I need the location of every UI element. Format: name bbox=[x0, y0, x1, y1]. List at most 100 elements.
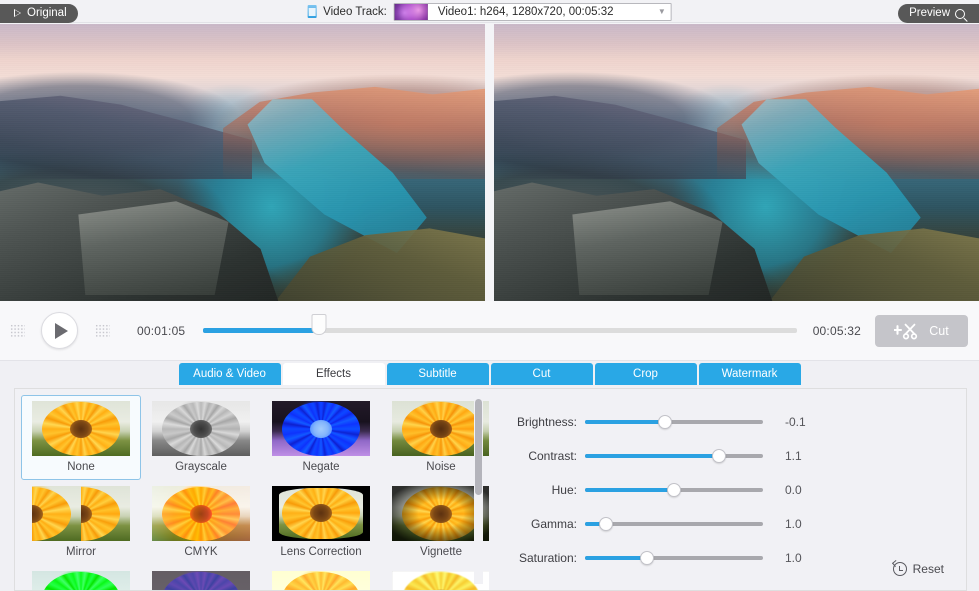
effect-item-vignette[interactable]: Vignette bbox=[381, 480, 489, 565]
play-button[interactable] bbox=[41, 312, 78, 349]
timeline-progress bbox=[203, 328, 320, 333]
saturation-slider[interactable] bbox=[585, 549, 763, 567]
tab-subtitle[interactable]: Subtitle bbox=[386, 363, 489, 385]
video-track-dropdown[interactable]: Video1: h264, 1280x720, 00:05:32 ▼ bbox=[393, 2, 672, 21]
total-time: 00:05:32 bbox=[812, 323, 861, 338]
reset-button[interactable]: Reset bbox=[891, 559, 944, 576]
effects-list: None Grayscale Negate Noise Mirror CMYK … bbox=[15, 389, 489, 590]
contrast-label: Contrast: bbox=[528, 449, 577, 463]
effect-item-negate[interactable]: Negate bbox=[261, 395, 381, 480]
video-track-thumbnail bbox=[394, 3, 428, 20]
slider-knob[interactable] bbox=[711, 449, 726, 463]
timeline-playhead[interactable] bbox=[311, 314, 327, 335]
current-time: 00:01:05 bbox=[137, 323, 186, 338]
tab-subtitle-label: Subtitle bbox=[418, 368, 457, 380]
effect-item-row3-4[interactable] bbox=[381, 565, 489, 590]
effect-item-row3-1[interactable] bbox=[21, 565, 141, 590]
editor-tabbar: Audio & Video Effects Subtitle Cut Crop … bbox=[0, 361, 979, 385]
tab-watermark[interactable]: Watermark bbox=[698, 363, 801, 385]
gamma-slider[interactable] bbox=[585, 515, 763, 533]
video-track-label: Video Track: bbox=[323, 5, 387, 18]
preview-video-pane[interactable] bbox=[494, 24, 979, 301]
effects-scrollbar[interactable] bbox=[474, 397, 483, 584]
slider-fill bbox=[585, 556, 648, 560]
adjustment-brightness: Brightness: -0.1 bbox=[489, 405, 966, 439]
search-icon[interactable] bbox=[955, 8, 965, 19]
tab-effects-label: Effects bbox=[316, 368, 351, 380]
video-track-icon bbox=[307, 5, 317, 18]
effect-thumbnail bbox=[152, 401, 250, 456]
effect-thumbnail bbox=[272, 486, 370, 541]
effect-item-row3-2[interactable] bbox=[141, 565, 261, 590]
mountain-left bbox=[0, 95, 253, 180]
effect-thumbnail bbox=[152, 486, 250, 541]
effect-thumbnail bbox=[32, 401, 130, 456]
drag-handle-right-icon[interactable] bbox=[95, 323, 110, 338]
chevron-down-icon[interactable]: ▼ bbox=[653, 7, 671, 16]
gamma-label: Gamma: bbox=[530, 517, 577, 531]
effect-item-none[interactable]: None bbox=[21, 395, 141, 480]
hue-slider[interactable] bbox=[585, 481, 763, 499]
effect-item-mirror[interactable]: Mirror bbox=[21, 480, 141, 565]
adjustment-gamma: Gamma: 1.0 bbox=[489, 507, 966, 541]
hue-value: 0.0 bbox=[785, 483, 802, 497]
hue-label: Hue: bbox=[551, 483, 577, 497]
slider-track bbox=[585, 517, 763, 531]
brightness-value: -0.1 bbox=[785, 415, 806, 429]
effect-label: Mirror bbox=[65, 546, 97, 558]
slider-track bbox=[585, 483, 763, 497]
timeline-track[interactable] bbox=[203, 314, 797, 335]
effects-grid: None Grayscale Negate Noise Mirror CMYK … bbox=[21, 395, 489, 590]
gamma-value: 1.0 bbox=[785, 517, 802, 531]
cut-button[interactable]: Cut bbox=[875, 314, 968, 347]
effect-item-cmyk[interactable]: CMYK bbox=[141, 480, 261, 565]
effect-item-grayscale[interactable]: Grayscale bbox=[141, 395, 261, 480]
tab-preview[interactable]: Preview bbox=[898, 4, 979, 23]
slider-track bbox=[585, 449, 763, 463]
tab-crop-label: Crop bbox=[633, 368, 658, 380]
tab-original[interactable]: Original bbox=[0, 4, 78, 23]
reset-label: Reset bbox=[912, 562, 944, 576]
tab-audio-video-label: Audio & Video bbox=[193, 368, 266, 380]
effect-label: Grayscale bbox=[175, 461, 227, 473]
slider-knob[interactable] bbox=[599, 517, 614, 531]
adjustment-hue: Hue: 0.0 bbox=[489, 473, 966, 507]
tab-crop[interactable]: Crop bbox=[594, 363, 697, 385]
preview-area bbox=[0, 23, 979, 301]
contrast-value: 1.1 bbox=[785, 449, 802, 463]
original-video-pane[interactable] bbox=[0, 24, 485, 301]
effect-thumbnail bbox=[152, 571, 250, 590]
slider-track bbox=[585, 551, 763, 565]
tab-cut-label: Cut bbox=[532, 368, 551, 380]
slider-fill bbox=[585, 488, 674, 492]
slider-knob[interactable] bbox=[667, 483, 681, 497]
tab-cut[interactable]: Cut bbox=[490, 363, 593, 385]
tab-audio-video[interactable]: Audio & Video bbox=[178, 363, 281, 385]
mountain-left bbox=[494, 95, 747, 180]
slider-knob[interactable] bbox=[640, 551, 655, 565]
video-track-value: Video1: h264, 1280x720, 00:05:32 bbox=[437, 5, 614, 18]
brightness-label: Brightness: bbox=[516, 415, 577, 429]
adjustment-contrast: Contrast: 1.1 bbox=[489, 439, 966, 473]
brightness-slider[interactable] bbox=[585, 413, 763, 431]
slider-knob[interactable] bbox=[658, 415, 673, 429]
drag-handle-left-icon[interactable] bbox=[10, 323, 25, 338]
contrast-slider[interactable] bbox=[585, 447, 763, 465]
effects-panel: None Grayscale Negate Noise Mirror CMYK … bbox=[14, 388, 967, 591]
moss-ledge bbox=[271, 228, 485, 301]
effects-scrollbar-thumb[interactable] bbox=[475, 399, 482, 495]
editor-panel: Audio & Video Effects Subtitle Cut Crop … bbox=[0, 361, 979, 591]
preview-video-frame bbox=[494, 24, 979, 301]
slider-fill bbox=[585, 454, 719, 458]
tab-original-label: Original bbox=[27, 7, 67, 19]
effect-thumbnail bbox=[32, 571, 130, 590]
effect-item-lens-correction[interactable]: Lens Correction bbox=[261, 480, 381, 565]
timeline-slider[interactable] bbox=[203, 314, 797, 348]
effect-item-row3-3[interactable] bbox=[261, 565, 381, 590]
effect-label: Noise bbox=[426, 461, 456, 473]
tab-preview-label: Preview bbox=[909, 7, 950, 19]
effect-item-noise[interactable]: Noise bbox=[381, 395, 489, 480]
effect-label: Negate bbox=[302, 461, 340, 473]
reset-clock-icon bbox=[891, 559, 907, 576]
tab-effects[interactable]: Effects bbox=[282, 363, 385, 385]
